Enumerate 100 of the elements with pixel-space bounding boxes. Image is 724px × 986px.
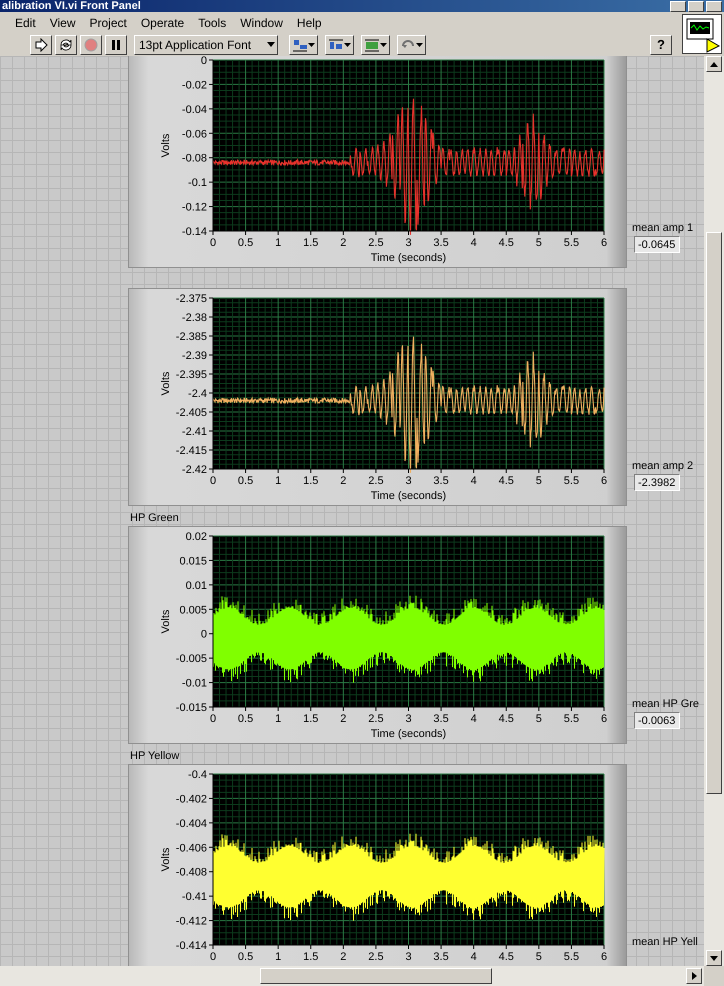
align-dropdown[interactable] bbox=[289, 34, 318, 54]
axis-tick-label: 0.5 bbox=[238, 475, 254, 487]
axis-tick-label: -0.005 bbox=[176, 653, 207, 666]
axis-title: Volts bbox=[160, 848, 172, 872]
axis-tick-label: 6 bbox=[600, 475, 608, 487]
axis-tick-label: -0.08 bbox=[182, 152, 207, 165]
axis-tick-label: 2 bbox=[340, 475, 346, 487]
distribute-dropdown[interactable] bbox=[325, 34, 354, 54]
right-arrow-icon bbox=[692, 972, 696, 980]
scrollbar-thumb[interactable] bbox=[706, 232, 722, 794]
axis-tick-label: -0.06 bbox=[182, 128, 207, 140]
axis-tick-label: 3.5 bbox=[433, 951, 449, 963]
axis-tick-label: 3 bbox=[405, 713, 412, 725]
axis-tick-label: 4 bbox=[470, 713, 477, 725]
axis-tick-label: 4.5 bbox=[498, 237, 514, 249]
indicator-label: mean amp 1 bbox=[632, 222, 694, 234]
indicator-label: mean amp 2 bbox=[632, 460, 694, 472]
minimize-button[interactable] bbox=[670, 1, 686, 12]
arrow-icon bbox=[34, 38, 48, 52]
menu-item[interactable]: Help bbox=[290, 16, 329, 30]
menu-item[interactable]: Tools bbox=[191, 16, 234, 30]
up-arrow-icon bbox=[710, 62, 718, 66]
axis-tick-label: 2.5 bbox=[368, 951, 384, 963]
axis-tick-label: 4 bbox=[470, 237, 477, 249]
menu-item[interactable]: Project bbox=[82, 16, 134, 30]
run-button[interactable] bbox=[30, 34, 52, 54]
reorder-dropdown[interactable] bbox=[397, 34, 426, 54]
axis-tick-label: 2.5 bbox=[368, 237, 384, 249]
menu-item[interactable]: Window bbox=[233, 16, 290, 30]
abort-button[interactable] bbox=[80, 34, 102, 54]
axis-tick-label: 1.5 bbox=[303, 713, 318, 725]
cycle-arrows-icon bbox=[58, 36, 74, 52]
axis-tick-label: -0.41 bbox=[182, 891, 207, 904]
axis-tick-label: 4.5 bbox=[498, 951, 514, 963]
axis-tick-label: 5.5 bbox=[564, 951, 580, 963]
axis-title: Time (seconds) bbox=[370, 252, 446, 264]
axis-tick-label: 0.005 bbox=[179, 604, 207, 616]
horizontal-scrollbar[interactable] bbox=[0, 966, 704, 986]
axis-tick-label: 1 bbox=[275, 951, 282, 963]
axis-tick-label: 3 bbox=[405, 475, 412, 487]
help-button[interactable]: ? bbox=[650, 34, 672, 54]
pause-button[interactable] bbox=[105, 34, 127, 54]
axis-tick-label: 5.5 bbox=[564, 475, 580, 487]
axis-title: Volts bbox=[160, 372, 172, 396]
axis-tick-label: 0 bbox=[210, 713, 216, 725]
scrollbar-thumb[interactable] bbox=[260, 968, 492, 984]
axis-title: Volts bbox=[160, 610, 172, 634]
axis-tick-label: -2.39 bbox=[182, 350, 207, 362]
axis-tick-label: 0.02 bbox=[186, 531, 207, 543]
axis-tick-label: -0.12 bbox=[182, 202, 207, 214]
font-dropdown[interactable]: 13pt Application Font bbox=[134, 34, 278, 54]
axis-tick-label: -0.01 bbox=[182, 678, 207, 690]
graph-label: HP Green bbox=[129, 512, 179, 526]
numeric-indicator: -2.3982 bbox=[634, 474, 680, 491]
axis-tick-label: 6 bbox=[600, 237, 608, 249]
axis-tick-label: -2.42 bbox=[182, 464, 207, 476]
axis-tick-label: -2.415 bbox=[176, 445, 207, 457]
pause-icon bbox=[110, 38, 122, 50]
numeric-indicator: -0.0645 bbox=[634, 236, 680, 253]
axis-tick-label: -0.015 bbox=[176, 702, 207, 714]
distribute-icon bbox=[328, 38, 344, 52]
caret-icon bbox=[267, 42, 275, 47]
axis-tick-label: -0.408 bbox=[176, 866, 207, 879]
axis-tick-label: 2 bbox=[340, 713, 346, 725]
axis-tick-label: 5.5 bbox=[564, 237, 580, 249]
axis-tick-label: -0.406 bbox=[176, 842, 207, 854]
axis-tick-label: 1.5 bbox=[303, 951, 318, 963]
resize-icon bbox=[364, 38, 380, 52]
vi-icon[interactable] bbox=[682, 14, 722, 54]
close-button[interactable] bbox=[706, 1, 722, 12]
maximize-button[interactable] bbox=[688, 1, 704, 12]
axis-tick-label: 5 bbox=[536, 237, 542, 249]
axis-tick-label: -0.02 bbox=[182, 79, 207, 92]
indicator-label: mean HP Yell bbox=[632, 936, 699, 948]
axis-tick-label: -0.412 bbox=[176, 916, 207, 928]
window-title: alibration VI.vi Front Panel bbox=[1, 0, 141, 12]
menu-item[interactable]: Operate bbox=[134, 16, 192, 30]
resize-dropdown[interactable] bbox=[361, 34, 390, 54]
menu-item[interactable]: Edit bbox=[8, 16, 43, 30]
axis-tick-label: 4.5 bbox=[498, 713, 514, 725]
axis-tick-label: 5 bbox=[536, 475, 542, 487]
axis-tick-label: 1.5 bbox=[303, 237, 318, 249]
axis-tick-label: 3.5 bbox=[433, 713, 449, 725]
axis-tick-label: 1.5 bbox=[303, 475, 318, 487]
axis-tick-label: 0.5 bbox=[238, 237, 254, 249]
numeric-indicator: -0.0063 bbox=[634, 712, 680, 729]
vertical-scrollbar[interactable] bbox=[704, 56, 724, 966]
axis-tick-label: 1 bbox=[275, 713, 282, 725]
axis-tick-label: -0.14 bbox=[182, 226, 207, 238]
run-continuously-button[interactable] bbox=[55, 34, 77, 54]
axis-tick-label: 4 bbox=[470, 951, 477, 963]
menu-item[interactable]: View bbox=[42, 16, 82, 30]
indicator-label: mean HP Gre bbox=[632, 698, 700, 710]
axis-tick-label: 3 bbox=[405, 951, 412, 963]
axis-tick-label: -2.4 bbox=[188, 388, 207, 400]
axis-tick-label: 6 bbox=[600, 713, 608, 725]
axis-title: Volts bbox=[160, 134, 172, 158]
down-arrow-icon bbox=[710, 956, 718, 960]
axis-tick-label: 0.01 bbox=[186, 580, 207, 592]
axis-tick-label: 3 bbox=[405, 237, 412, 249]
